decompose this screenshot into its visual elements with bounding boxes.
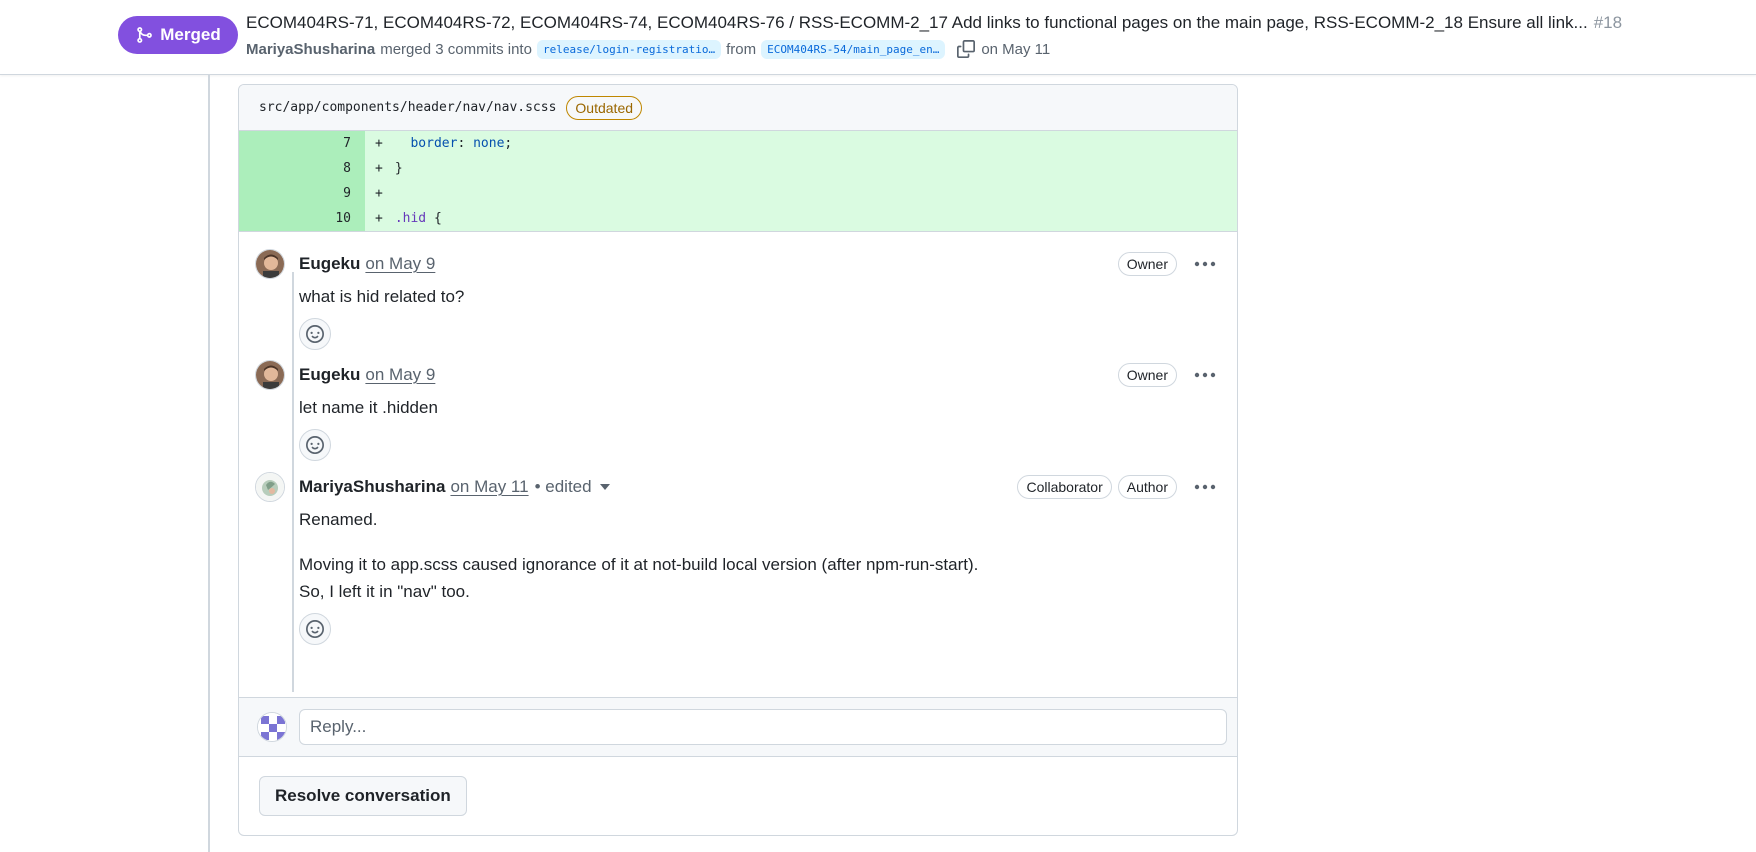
code-punctuation: ; <box>504 136 513 151</box>
collaborator-badge: Collaborator <box>1017 475 1112 499</box>
add-reaction-button[interactable] <box>299 429 331 461</box>
smiley-icon <box>306 325 324 343</box>
diff-added-marker: + <box>375 136 383 151</box>
comment-list: Eugeku on May 9 Owner what is hid relate… <box>239 232 1237 692</box>
diff-line-number[interactable]: 8 <box>239 156 365 181</box>
merged-label: Merged <box>160 25 221 44</box>
comment-text: what is hid related to? <box>299 287 465 306</box>
reply-bar <box>239 697 1237 757</box>
base-branch-label[interactable]: release/login-registratio… <box>536 39 722 59</box>
comment-date-link[interactable]: on May 9 <box>365 365 435 385</box>
smiley-icon <box>306 620 324 638</box>
owner-badge: Owner <box>1117 363 1177 387</box>
add-reaction-button[interactable] <box>299 318 331 350</box>
code-token: .hid <box>394 211 427 226</box>
diff-added-marker: + <box>375 161 383 176</box>
merge-date: on May 11 <box>981 40 1051 58</box>
kebab-horizontal-icon[interactable] <box>1189 250 1221 278</box>
edited-label: • edited <box>534 477 592 496</box>
comment-header-actions: Owner <box>1117 250 1221 278</box>
edited-dropdown[interactable]: • edited <box>535 477 610 497</box>
diff-line-number[interactable]: 7 <box>239 131 365 156</box>
kebab-horizontal-icon[interactable] <box>1189 473 1221 501</box>
reply-input[interactable] <box>299 709 1227 745</box>
comment-text: So, I left it in "nav" too. <box>299 582 470 601</box>
diff-added-marker: + <box>375 211 383 226</box>
diff-hunk: 7 + border: none; 8 +} 9 +10 + .hid { <box>239 131 1237 232</box>
comment-date-link[interactable]: on May 11 <box>450 477 528 497</box>
comment-text: let name it .hidden <box>299 398 438 417</box>
comment-header: Eugeku on May 9 Owner <box>299 360 1221 390</box>
from-text: from <box>726 40 757 58</box>
diff-line-code: + .hid { <box>365 206 1237 231</box>
add-reaction-button[interactable] <box>299 613 331 645</box>
comment-body: Renamed. Moving it to app.scss caused ig… <box>299 506 1221 605</box>
comment-header: Eugeku on May 9 Owner <box>299 249 1221 279</box>
comment-header-actions: Collaborator Author <box>1017 473 1221 501</box>
pr-title-text: ECOM404RS-71, ECOM404RS-72, ECOM404RS-74… <box>246 13 1588 32</box>
comment: Eugeku on May 9 Owner let name it .hidde… <box>239 360 1237 472</box>
comment-author-link[interactable]: Eugeku <box>299 254 360 274</box>
pr-title: ECOM404RS-71, ECOM404RS-72, ECOM404RS-74… <box>246 12 1636 34</box>
code-value: none <box>473 136 505 151</box>
code-punctuation: } <box>394 161 403 176</box>
comment-text: Renamed. <box>299 510 378 529</box>
review-thread: src/app/components/header/nav/nav.scss O… <box>238 84 1238 836</box>
avatar[interactable] <box>255 249 285 279</box>
code-token: border <box>410 136 458 151</box>
diff-added-marker: + <box>375 186 383 201</box>
comment-author-link[interactable]: MariyaShusharina <box>299 477 445 497</box>
comment: MariyaShusharina on May 11 • edited Coll… <box>239 472 1237 652</box>
git-merge-icon <box>137 27 153 43</box>
code-separator: : <box>457 136 474 151</box>
diff-line-number[interactable]: 9 <box>239 181 365 206</box>
pr-action-text: merged 3 commits into <box>380 40 532 58</box>
copy-icon[interactable] <box>956 39 976 59</box>
code-punctuation: { <box>433 211 442 226</box>
file-path[interactable]: src/app/components/header/nav/nav.scss <box>259 100 556 115</box>
head-branch-label[interactable]: ECOM404RS-54/main_page_en… <box>761 39 946 59</box>
file-header: src/app/components/header/nav/nav.scss O… <box>239 85 1237 131</box>
triangle-down-icon <box>599 484 610 490</box>
smiley-icon <box>306 436 324 454</box>
comment-text: Moving it to app.scss caused ignorance o… <box>299 555 979 574</box>
diff-line: 9 + <box>239 181 1237 206</box>
avatar[interactable] <box>255 360 285 390</box>
sticky-pr-header: Merged ECOM404RS-71, ECOM404RS-72, ECOM4… <box>0 0 1756 75</box>
current-user-avatar <box>257 712 287 742</box>
pr-meta: MariyaShusharina merged 3 commits into r… <box>246 38 1050 60</box>
diff-line: 10 + .hid { <box>239 206 1237 231</box>
diff-line-code: +} <box>365 156 1237 181</box>
avatar[interactable] <box>255 472 285 502</box>
diff-line: 8 +} <box>239 156 1237 181</box>
comment-author-link[interactable]: Eugeku <box>299 365 360 385</box>
comment-body: let name it .hidden <box>299 394 1221 421</box>
diff-line-number[interactable]: 10 <box>239 206 365 231</box>
kebab-horizontal-icon[interactable] <box>1189 361 1221 389</box>
pr-number: #18 <box>1593 13 1623 32</box>
comment-header-actions: Owner <box>1117 361 1221 389</box>
diff-line: 7 + border: none; <box>239 131 1237 156</box>
comment: Eugeku on May 9 Owner what is hid relate… <box>239 236 1237 360</box>
comment-body: what is hid related to? <box>299 283 1221 310</box>
pr-author-link[interactable]: MariyaShusharina <box>246 41 375 58</box>
timeline-line <box>208 75 210 852</box>
author-badge: Author <box>1117 475 1177 499</box>
resolve-conversation-button[interactable]: Resolve conversation <box>259 776 467 816</box>
diff-line-code: + <box>365 181 1237 206</box>
owner-badge: Owner <box>1117 252 1177 276</box>
code-separator <box>426 211 434 226</box>
outdated-label: Outdated <box>566 95 643 120</box>
merged-status-badge: Merged <box>118 16 238 54</box>
comment-date-link[interactable]: on May 9 <box>365 254 435 274</box>
diff-line-code: + border: none; <box>365 131 1237 156</box>
comment-header: MariyaShusharina on May 11 • edited Coll… <box>299 472 1221 502</box>
